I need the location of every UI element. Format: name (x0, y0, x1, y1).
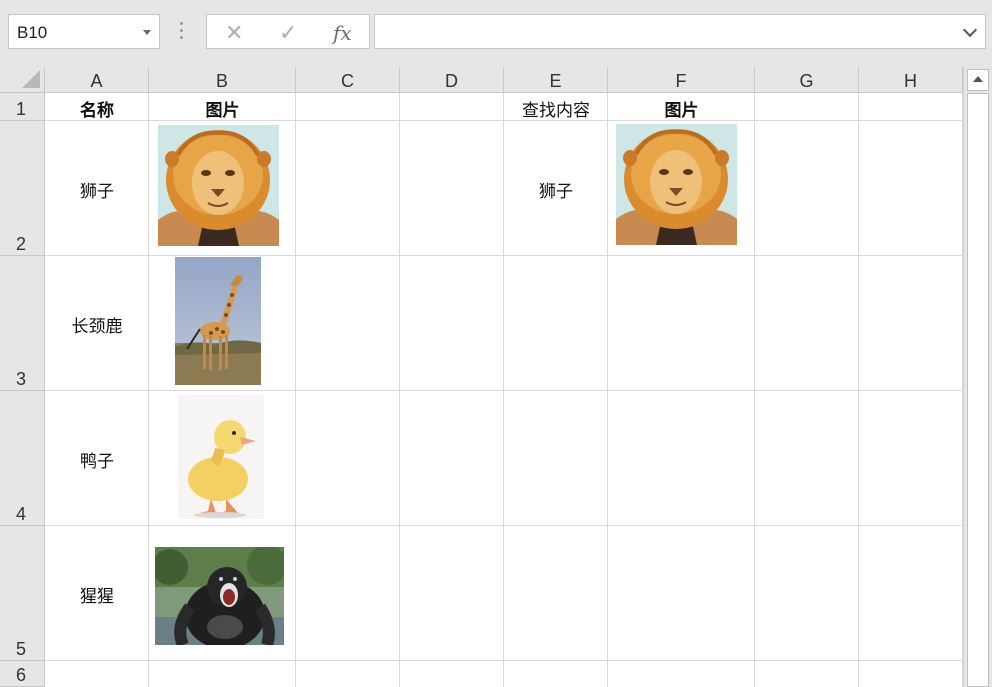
cancel-icon[interactable]: ✕ (225, 20, 243, 46)
column-header-a[interactable]: A (45, 67, 149, 93)
duckling-picture[interactable] (178, 395, 264, 519)
row-number: 3 (16, 369, 27, 389)
gridline (45, 660, 963, 661)
row-number: 5 (16, 639, 27, 659)
lion-picture[interactable] (616, 124, 737, 245)
name-box-dropdown-icon[interactable] (143, 30, 151, 35)
row-number: 1 (16, 99, 27, 119)
select-all-icon (22, 70, 40, 88)
cell-e1[interactable]: 查找内容 (504, 96, 608, 121)
column-header-h[interactable]: H (859, 67, 963, 93)
vertical-scrollbar[interactable] (963, 67, 992, 687)
cell-a4[interactable]: 鸭子 (45, 447, 149, 472)
scroll-up-icon[interactable] (967, 69, 989, 91)
scrollbar-thumb[interactable] (967, 93, 989, 687)
giraffe-picture[interactable] (175, 257, 261, 385)
column-header-f[interactable]: F (608, 67, 755, 93)
column-header-d[interactable]: D (400, 67, 504, 93)
cell-a3[interactable]: 长颈鹿 (45, 312, 149, 337)
gridline (45, 525, 963, 526)
cell-a1[interactable]: 名称 (45, 96, 149, 121)
cell-e2[interactable]: 狮子 (504, 177, 608, 202)
cell-b1[interactable]: 图片 (149, 96, 296, 121)
formula-buttons: ✕ ✓ fx (206, 14, 370, 49)
column-header-e[interactable]: E (504, 67, 608, 93)
cell-a2[interactable]: 狮子 (45, 177, 149, 202)
expand-formula-bar-icon[interactable] (962, 22, 978, 38)
formula-input[interactable] (374, 14, 986, 49)
lion-picture[interactable] (158, 125, 279, 246)
name-box-value[interactable]: B10 (17, 23, 47, 43)
row-header-3[interactable]: 3 (0, 256, 45, 391)
column-header-g[interactable]: G (755, 67, 859, 93)
column-header-c[interactable]: C (296, 67, 400, 93)
drag-handle-icon[interactable] (180, 22, 184, 42)
row-header-5[interactable]: 5 (0, 526, 45, 661)
worksheet-grid[interactable]: A B C D E F G H 1 2 3 4 5 6 名称 图片 查找内容 图… (0, 67, 963, 687)
gorilla-picture[interactable] (155, 547, 284, 645)
column-header-b[interactable]: B (149, 67, 296, 93)
insert-function-icon[interactable]: fx (333, 21, 352, 45)
name-box[interactable]: B10 (8, 14, 160, 49)
gridline (45, 255, 963, 256)
row-number: 6 (16, 665, 27, 685)
row-number: 2 (16, 234, 27, 254)
formula-toolbar: B10 ✕ ✓ fx (0, 0, 992, 67)
row-header-6[interactable]: 6 (0, 661, 45, 687)
gridline (45, 390, 963, 391)
select-all-button[interactable] (0, 67, 45, 93)
row-header-2[interactable]: 2 (0, 121, 45, 256)
enter-check-icon[interactable]: ✓ (279, 20, 297, 46)
row-header-1[interactable]: 1 (0, 93, 45, 121)
row-header-4[interactable]: 4 (0, 391, 45, 526)
row-number: 4 (16, 504, 27, 524)
cell-a5[interactable]: 猩猩 (45, 582, 149, 607)
cell-f1[interactable]: 图片 (608, 96, 755, 121)
